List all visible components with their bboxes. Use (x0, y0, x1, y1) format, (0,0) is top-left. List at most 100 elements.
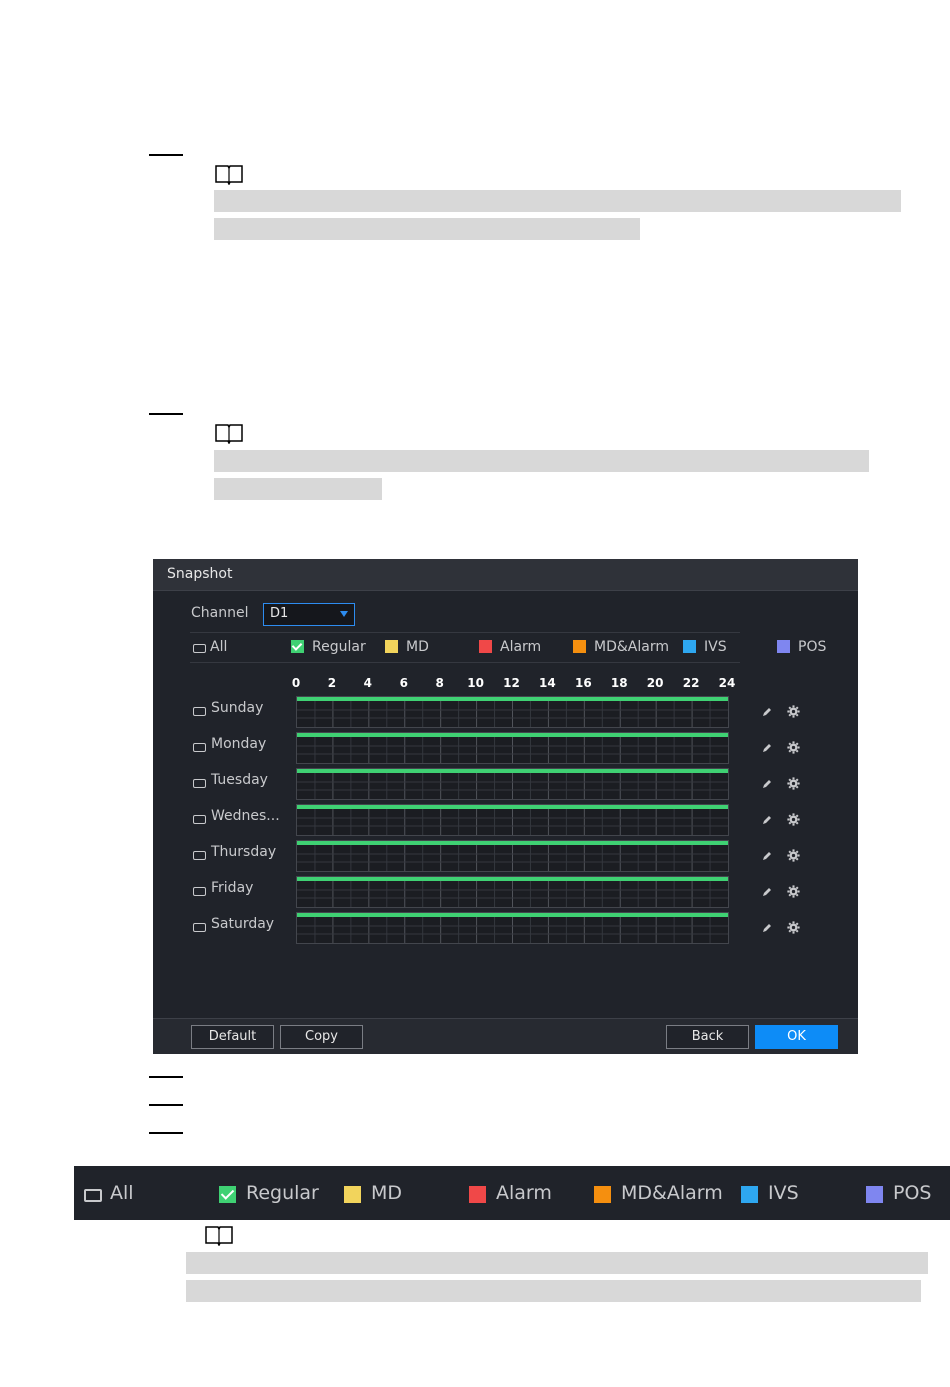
schedule-grid (297, 845, 728, 871)
pencil-icon[interactable] (761, 886, 773, 898)
hour-tick: 22 (682, 676, 700, 690)
legend-label: MD&Alarm (621, 1182, 723, 1204)
legend-swatch-regular[interactable] (291, 640, 304, 653)
legend-label: IVS (704, 639, 727, 655)
back-button[interactable]: Back (666, 1025, 749, 1049)
legend-swatch-alarm[interactable] (469, 1186, 486, 1203)
ok-button[interactable]: OK (755, 1025, 838, 1049)
hour-tick: 24 (718, 676, 736, 690)
chevron-down-icon (340, 611, 348, 617)
day-label: Tuesday (211, 772, 268, 788)
hour-tick: 10 (467, 676, 484, 690)
day-checkbox[interactable] (193, 851, 206, 860)
day-checkbox[interactable] (193, 923, 206, 932)
gear-icon[interactable] (787, 921, 800, 934)
all-label: All (210, 639, 228, 655)
legend-swatch-md[interactable] (344, 1186, 361, 1203)
legend-swatch-mdalarm[interactable] (573, 640, 586, 653)
snapshot-window: Snapshot Channel D1 All Regular MD Alarm MD… (153, 559, 858, 1054)
schedule-track[interactable] (296, 804, 729, 836)
step-marker (149, 1104, 183, 1106)
legend-label: MD&Alarm (594, 639, 669, 655)
all-label: All (110, 1182, 134, 1204)
pencil-icon[interactable] (761, 778, 773, 790)
note-text-placeholder (214, 450, 869, 472)
schedule-track[interactable] (296, 912, 729, 944)
pencil-icon[interactable] (761, 850, 773, 862)
schedule-track[interactable] (296, 696, 729, 728)
day-checkbox[interactable] (193, 743, 206, 752)
step-marker (149, 154, 183, 156)
schedule-grid (297, 917, 728, 943)
schedule-grid (297, 809, 728, 835)
note-text-placeholder (214, 218, 640, 240)
all-checkbox[interactable] (193, 644, 206, 653)
legend-swatch-pos[interactable] (777, 640, 790, 653)
legend-label: IVS (768, 1182, 799, 1204)
step-marker (149, 1076, 183, 1078)
step-marker (149, 413, 183, 415)
copy-button[interactable]: Copy (280, 1025, 363, 1049)
day-checkbox[interactable] (193, 815, 206, 824)
legend-label: Alarm (500, 639, 542, 655)
window-title: Snapshot (167, 566, 233, 582)
default-button[interactable]: Default (191, 1025, 274, 1049)
channel-value: D1 (270, 606, 289, 621)
note-book-icon (205, 1226, 233, 1246)
day-label: Sunday (211, 700, 264, 716)
legend-swatch-regular[interactable] (219, 1186, 236, 1203)
legend-swatch-ivs[interactable] (683, 640, 696, 653)
hour-tick: 6 (399, 676, 408, 690)
day-label: Wednes... (211, 808, 280, 824)
day-checkbox[interactable] (193, 779, 206, 788)
legend-swatch-ivs[interactable] (741, 1186, 758, 1203)
schedule-grid (297, 881, 728, 907)
hour-tick: 18 (610, 676, 628, 690)
day-label: Thursday (211, 844, 277, 860)
all-checkbox[interactable] (84, 1189, 102, 1202)
pencil-icon[interactable] (761, 706, 773, 718)
gear-icon[interactable] (787, 777, 800, 790)
legend-label: MD (371, 1182, 403, 1204)
day-label: Monday (211, 736, 267, 752)
divider (190, 632, 740, 633)
legend-swatch-alarm[interactable] (479, 640, 492, 653)
schedule-track[interactable] (296, 732, 729, 764)
legend-swatch-md[interactable] (385, 640, 398, 653)
hour-tick: 8 (435, 676, 444, 690)
legend-label: Alarm (496, 1182, 552, 1204)
legend-swatch-pos[interactable] (866, 1186, 883, 1203)
schedule-grid (297, 737, 728, 763)
legend-swatch-mdalarm[interactable] (594, 1186, 611, 1203)
legend-label: MD (406, 639, 429, 655)
legend-label: POS (798, 639, 827, 655)
note-book-icon (215, 424, 243, 444)
step-marker (149, 1132, 183, 1134)
note-book-icon (215, 165, 243, 185)
gear-icon[interactable] (787, 741, 800, 754)
schedule-track[interactable] (296, 840, 729, 872)
day-checkbox[interactable] (193, 887, 206, 896)
schedule-track[interactable] (296, 768, 729, 800)
note-text-placeholder (186, 1280, 921, 1302)
hour-tick: 16 (574, 676, 592, 690)
gear-icon[interactable] (787, 885, 800, 898)
day-label: Friday (211, 880, 254, 896)
gear-icon[interactable] (787, 813, 800, 826)
gear-icon[interactable] (787, 849, 800, 862)
hour-tick: 12 (503, 676, 520, 690)
divider (190, 662, 740, 663)
hour-tick: 20 (646, 676, 664, 690)
hour-tick: 0 (291, 676, 301, 690)
pencil-icon[interactable] (761, 922, 773, 934)
pencil-icon[interactable] (761, 742, 773, 754)
schedule-track[interactable] (296, 876, 729, 908)
legend-strip: All Regular MD Alarm MD&Alarm IVS POS (74, 1166, 950, 1220)
channel-select[interactable]: D1 (263, 603, 355, 626)
legend-label: Regular (312, 639, 366, 655)
hour-tick: 14 (539, 676, 556, 690)
gear-icon[interactable] (787, 705, 800, 718)
note-text-placeholder (214, 190, 901, 212)
day-checkbox[interactable] (193, 707, 206, 716)
pencil-icon[interactable] (761, 814, 773, 826)
